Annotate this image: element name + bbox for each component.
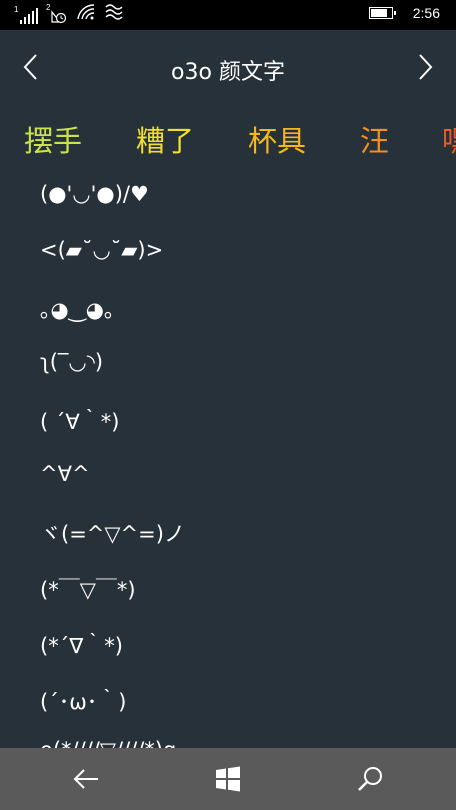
tab-category[interactable]: 糟了	[136, 118, 194, 160]
windows-icon[interactable]	[212, 763, 244, 795]
battery-icon	[368, 7, 396, 19]
kaomoji-item[interactable]: ヾ(=^▽^=)ノ	[40, 518, 185, 548]
tab-category[interactable]: 汪	[360, 118, 389, 160]
navigation-bar	[0, 748, 456, 810]
kaomoji-item[interactable]: ｡◕‿◕｡	[40, 294, 115, 324]
back-arrow-icon[interactable]	[70, 763, 102, 795]
status-bar: 1 2 2:56	[0, 0, 456, 30]
clock: 2:56	[412, 5, 440, 21]
kaomoji-item[interactable]: (*´∇｀*)	[40, 630, 123, 660]
kaomoji-item[interactable]: o(*////▽////*)q	[40, 738, 176, 748]
header: o3o 颜文字	[0, 30, 456, 110]
tab-category[interactable]: 杯具	[248, 118, 306, 160]
kaomoji-item[interactable]: ^∀^	[40, 462, 90, 486]
kaomoji-item[interactable]: ( ´∀｀*)	[40, 406, 119, 436]
signal-sim2-icon: 2	[46, 3, 68, 24]
chevron-right-icon[interactable]	[414, 52, 438, 82]
page-title: o3o 颜文字	[171, 60, 285, 85]
tab-category[interactable]: 摆手	[24, 118, 82, 160]
kaomoji-item[interactable]: <(▰˘◡˘▰)>	[40, 238, 163, 262]
tab-category[interactable]: 嘿	[442, 118, 456, 160]
wifi-icon	[76, 2, 96, 24]
kaomoji-list: (●'◡'●)/♥ <(▰˘◡˘▰)> ｡◕‿◕｡ ʅ(‾◡◝) ( ´∀｀*)…	[0, 168, 456, 748]
kaomoji-item[interactable]: (´･ω･｀)	[40, 686, 126, 716]
kaomoji-item[interactable]: (●'◡'●)/♥	[40, 182, 149, 206]
kaomoji-item[interactable]: ʅ(‾◡◝)	[40, 350, 103, 374]
sim1-label: 1	[14, 5, 19, 14]
vibrate-icon	[104, 2, 124, 24]
signal-sim1-icon: 1	[14, 5, 38, 24]
search-icon[interactable]	[354, 763, 386, 795]
kaomoji-item[interactable]: (*￣▽￣*)	[40, 574, 136, 604]
